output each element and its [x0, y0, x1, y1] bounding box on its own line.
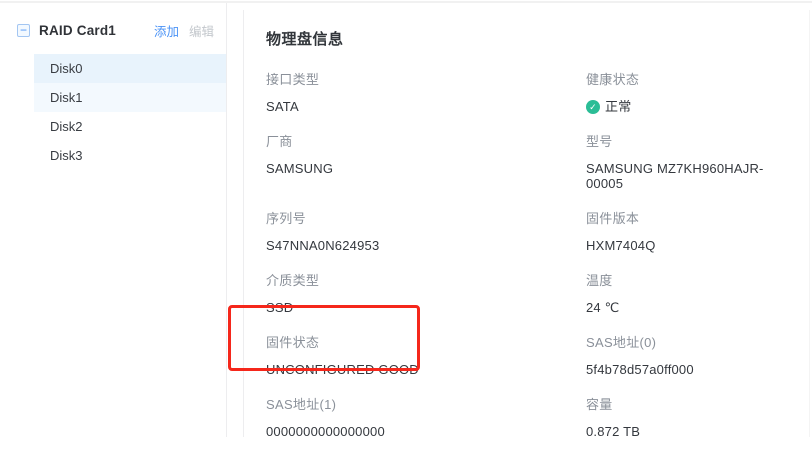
field-media-type: 介质类型 SSD [266, 273, 586, 315]
disk-item-disk1[interactable]: Disk1 [34, 83, 226, 112]
tree-actions: 添加 编辑 [154, 21, 214, 40]
disk-item-disk0[interactable]: Disk0 [34, 54, 226, 83]
raid-card-node: − RAID Card1 添加 编辑 [0, 3, 226, 50]
field-label: 介质类型 [266, 273, 586, 288]
field-value: SAMSUNG MZ7KH960HAJR-00005 [586, 161, 785, 191]
disk-tree-sidebar: − RAID Card1 添加 编辑 Disk0 Disk1 Disk2 Dis… [0, 3, 227, 437]
field-serial-number: 序列号 S47NNA0N624953 [266, 211, 586, 253]
field-label: SAS地址(1) [266, 397, 586, 412]
collapse-icon[interactable]: − [17, 24, 30, 37]
field-firmware-version: 固件版本 HXM7404Q [586, 211, 785, 253]
field-sas-address-1: SAS地址(1) 0000000000000000 [266, 397, 586, 439]
field-label: 健康状态 [586, 72, 785, 87]
field-value: UNCONFIGURED GOOD [266, 362, 586, 377]
field-label: 温度 [586, 273, 785, 288]
raid-card-label[interactable]: RAID Card1 [39, 23, 116, 38]
health-status-text: 正常 [605, 99, 631, 114]
field-value: HXM7404Q [586, 238, 785, 253]
field-label: 固件状态 [266, 335, 586, 350]
field-label: 容量 [586, 397, 785, 412]
field-temperature: 温度 24 ℃ [586, 273, 785, 315]
field-interface-type: 接口类型 SATA [266, 72, 586, 114]
field-model: 型号 SAMSUNG MZ7KH960HAJR-00005 [586, 134, 785, 191]
page-title: 物理盘信息 [266, 30, 785, 50]
field-label: 序列号 [266, 211, 586, 226]
add-link[interactable]: 添加 [154, 21, 179, 40]
field-value: 24 ℃ [586, 300, 785, 315]
field-label: 厂商 [266, 134, 586, 149]
field-value: SSD [266, 300, 586, 315]
fields-grid: 接口类型 SATA 健康状态 ✓ 正常 厂商 SAMSUNG 型号 SAMSUN… [266, 72, 785, 459]
physical-disk-panel: 物理盘信息 接口类型 SATA 健康状态 ✓ 正常 厂商 SAMSUNG 型号 … [243, 10, 810, 437]
field-label: 固件版本 [586, 211, 785, 226]
field-value: SATA [266, 99, 586, 114]
disk-list: Disk0 Disk1 Disk2 Disk3 [0, 54, 226, 170]
field-sas-address-0: SAS地址(0) 5f4b78d57a0ff000 [586, 335, 785, 377]
disk-item-disk2[interactable]: Disk2 [34, 112, 226, 141]
field-label: SAS地址(0) [586, 335, 785, 350]
check-circle-icon: ✓ [586, 100, 600, 114]
field-value: SAMSUNG [266, 161, 586, 176]
field-value: S47NNA0N624953 [266, 238, 586, 253]
field-label: 型号 [586, 134, 785, 149]
field-health-status: 健康状态 ✓ 正常 [586, 72, 785, 114]
field-vendor: 厂商 SAMSUNG [266, 134, 586, 191]
field-label: 接口类型 [266, 72, 586, 87]
disk-item-disk3[interactable]: Disk3 [34, 141, 226, 170]
edit-link[interactable]: 编辑 [189, 21, 214, 40]
field-value: ✓ 正常 [586, 99, 785, 114]
field-value: 5f4b78d57a0ff000 [586, 362, 785, 377]
field-capacity: 容量 0.872 TB [586, 397, 785, 439]
field-firmware-status: 固件状态 UNCONFIGURED GOOD [266, 335, 586, 377]
